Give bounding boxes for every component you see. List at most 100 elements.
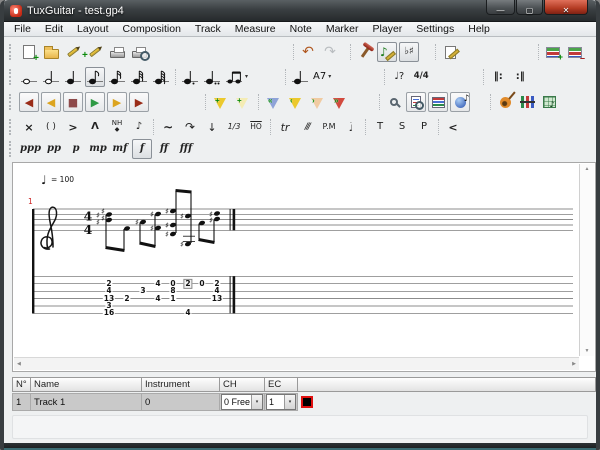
chord-selector-dropdown-icon[interactable]: ▾: [328, 73, 331, 80]
slide-button[interactable]: 1/3: [224, 117, 244, 137]
track-color-swatch[interactable]: [301, 396, 313, 408]
track-number-cell[interactable]: 1: [12, 393, 31, 411]
dynamic-pp-button[interactable]: pp: [44, 139, 64, 159]
open-repeat-button[interactable]: ‖:: [488, 67, 508, 87]
redo-button[interactable]: ↷: [320, 42, 340, 62]
menu-help[interactable]: Help: [461, 22, 497, 37]
palm-mute-button[interactable]: P.M: [319, 117, 339, 137]
show-mixer-button[interactable]: [517, 92, 537, 112]
new-song-button[interactable]: [19, 42, 39, 64]
tab-note[interactable]: 4: [154, 279, 162, 288]
dead-note-button[interactable]: ×: [19, 117, 39, 137]
play-button[interactable]: ▶: [85, 92, 105, 112]
duration-quarter-button[interactable]: [63, 67, 83, 87]
duration-sixteenth-button[interactable]: [107, 67, 127, 87]
show-fretboard-button[interactable]: [495, 92, 515, 112]
open-file-button[interactable]: [41, 42, 61, 62]
tremolo-bar-button[interactable]: ↓: [202, 117, 222, 137]
tremolo-picking-button[interactable]: ///: [297, 117, 317, 137]
natural-harmonic-button[interactable]: NH ◆: [107, 117, 127, 137]
duration-whole-button[interactable]: [19, 67, 39, 87]
show-matrix-button[interactable]: [539, 92, 559, 112]
menu-note[interactable]: Note: [283, 22, 319, 37]
menu-settings[interactable]: Settings: [409, 22, 461, 37]
add-marker-button[interactable]: [210, 92, 230, 112]
channel-dropdown-icon[interactable]: ▾: [251, 395, 262, 409]
note-entry-mode-button[interactable]: [377, 42, 397, 62]
slapping-button[interactable]: S: [392, 117, 412, 137]
horizontal-scrollbar[interactable]: ◀ ▶: [14, 357, 579, 370]
close-button[interactable]: ✕: [544, 0, 588, 15]
tab-note[interactable]: 16: [102, 308, 116, 318]
menu-composition[interactable]: Composition: [116, 22, 188, 37]
toolbar-drag-handle[interactable]: [9, 44, 13, 60]
linear-layout-mode-button[interactable]: [428, 92, 448, 112]
go-previous-button[interactable]: ◀: [41, 92, 61, 112]
toolbar-drag-handle[interactable]: [9, 94, 13, 110]
double-dotted-note-button[interactable]: [202, 67, 222, 87]
remove-track-button[interactable]: [565, 42, 585, 63]
tab-note[interactable]: 13: [210, 294, 224, 303]
duration-half-button[interactable]: [41, 67, 61, 87]
scroll-right-arrow-icon[interactable]: ▶: [572, 361, 576, 367]
menu-measure[interactable]: Measure: [228, 22, 283, 37]
print-preview-button[interactable]: [129, 42, 150, 62]
track-row[interactable]: 1 Track 1 0 0 Free ▾ 1 ▾: [12, 393, 596, 411]
menu-player[interactable]: Player: [366, 22, 410, 37]
dynamic-p-button[interactable]: p: [66, 139, 86, 159]
popping-button[interactable]: P: [414, 117, 434, 137]
maximize-button[interactable]: ▢: [516, 0, 543, 15]
stop-button[interactable]: ■: [63, 92, 83, 112]
tab-note[interactable]: 3: [139, 286, 147, 296]
division-type-button[interactable]: ▾: [224, 67, 249, 87]
scroll-down-arrow-icon[interactable]: ▼: [580, 348, 594, 354]
chord-editor-button[interactable]: [355, 42, 375, 62]
tapping-button[interactable]: T: [370, 117, 390, 137]
bend-button[interactable]: ↷: [180, 117, 200, 137]
toolbar-drag-handle[interactable]: [9, 119, 13, 135]
vertical-scrollbar[interactable]: ▲ ▼: [579, 164, 594, 356]
close-repeat-button[interactable]: :‖: [510, 67, 530, 87]
tab-note[interactable]: 4: [154, 294, 162, 303]
accentuated-note-button[interactable]: >: [63, 117, 83, 137]
dotted-note-button[interactable]: [180, 67, 200, 87]
heavy-accentuated-note-button[interactable]: Λ: [85, 117, 105, 137]
print-button[interactable]: [107, 42, 127, 62]
zoom-button[interactable]: [384, 92, 404, 112]
grace-note-button[interactable]: ♪: [129, 117, 149, 137]
division-type-dropdown-icon[interactable]: ▾: [245, 73, 248, 80]
save-button[interactable]: [63, 42, 83, 62]
scroll-up-arrow-icon[interactable]: ▲: [580, 166, 594, 172]
previous-marker-button[interactable]: [285, 92, 305, 112]
effect-channel-dropdown-icon[interactable]: ▾: [284, 395, 295, 409]
channel-select[interactable]: 0 Free ▾: [221, 394, 263, 410]
next-marker-button[interactable]: [307, 92, 327, 112]
tempo-button[interactable]: ♩?: [389, 67, 409, 87]
page-layout-mode-button[interactable]: [406, 92, 426, 112]
duration-sixty-fourth-button[interactable]: [151, 67, 171, 87]
dynamic-ppp-button[interactable]: ppp: [19, 139, 42, 159]
song-properties-button[interactable]: [440, 42, 460, 62]
first-marker-button[interactable]: [263, 92, 283, 112]
dynamic-ff-button[interactable]: ff: [154, 139, 174, 159]
multitrack-mode-button[interactable]: [450, 92, 470, 112]
trill-button[interactable]: tr: [275, 117, 295, 137]
scroll-left-arrow-icon[interactable]: ◀: [17, 361, 21, 367]
menu-edit[interactable]: Edit: [38, 22, 70, 37]
go-first-button[interactable]: ◀: [19, 92, 39, 112]
track-instrument-cell[interactable]: 0: [141, 393, 220, 411]
dynamic-f-button[interactable]: f: [131, 139, 152, 159]
edit-marker-button[interactable]: [232, 92, 252, 112]
dynamic-mp-button[interactable]: mp: [88, 139, 108, 159]
menu-marker[interactable]: Marker: [319, 22, 366, 37]
vibrato-button[interactable]: ∼: [158, 117, 178, 137]
fade-in-button[interactable]: <: [443, 117, 463, 137]
duration-thirty-second-button[interactable]: [129, 67, 149, 87]
save-as-button[interactable]: [85, 42, 105, 62]
effect-channel-select[interactable]: 1 ▾: [266, 394, 296, 410]
add-track-button[interactable]: [543, 42, 563, 62]
track-name-cell[interactable]: Track 1: [30, 393, 142, 411]
dynamic-mf-button[interactable]: mf: [110, 139, 130, 159]
staccato-button[interactable]: · ♩: [341, 117, 361, 137]
menu-track[interactable]: Track: [188, 22, 228, 37]
